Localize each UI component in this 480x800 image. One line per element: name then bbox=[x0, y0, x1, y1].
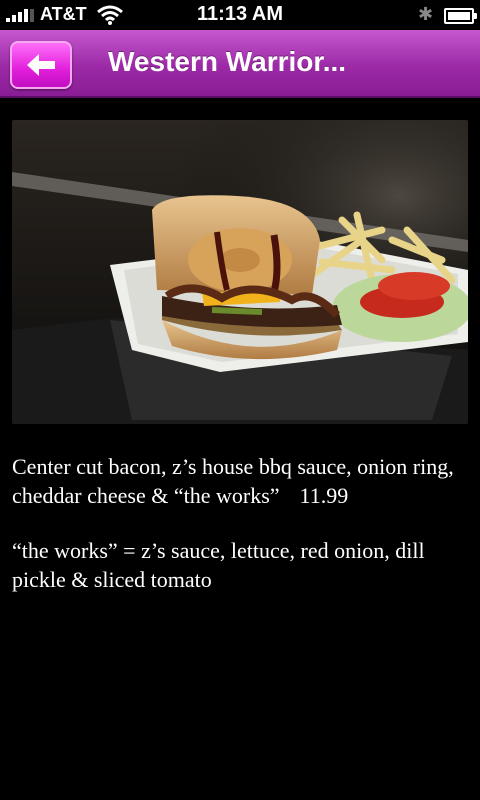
status-bar: AT&T 11:13 AM ✱ bbox=[0, 0, 480, 30]
item-price: 11.99 bbox=[299, 483, 349, 508]
item-description: Center cut bacon, z’s house bbq sauce, o… bbox=[12, 452, 468, 510]
page-title: Western Warrior... bbox=[108, 46, 347, 77]
status-time: 11:13 AM bbox=[197, 3, 283, 25]
battery-icon bbox=[444, 8, 477, 24]
item-description-text: Center cut bacon, z’s house bbq sauce, o… bbox=[12, 454, 454, 508]
food-photo bbox=[12, 120, 468, 424]
back-button[interactable] bbox=[10, 41, 72, 89]
item-note: “the works” = z’s sauce, lettuce, red on… bbox=[12, 538, 425, 592]
bluetooth-icon: ✱ bbox=[418, 4, 434, 24]
arrow-left-icon bbox=[27, 54, 55, 76]
nav-header: Western Warrior... bbox=[0, 30, 480, 98]
